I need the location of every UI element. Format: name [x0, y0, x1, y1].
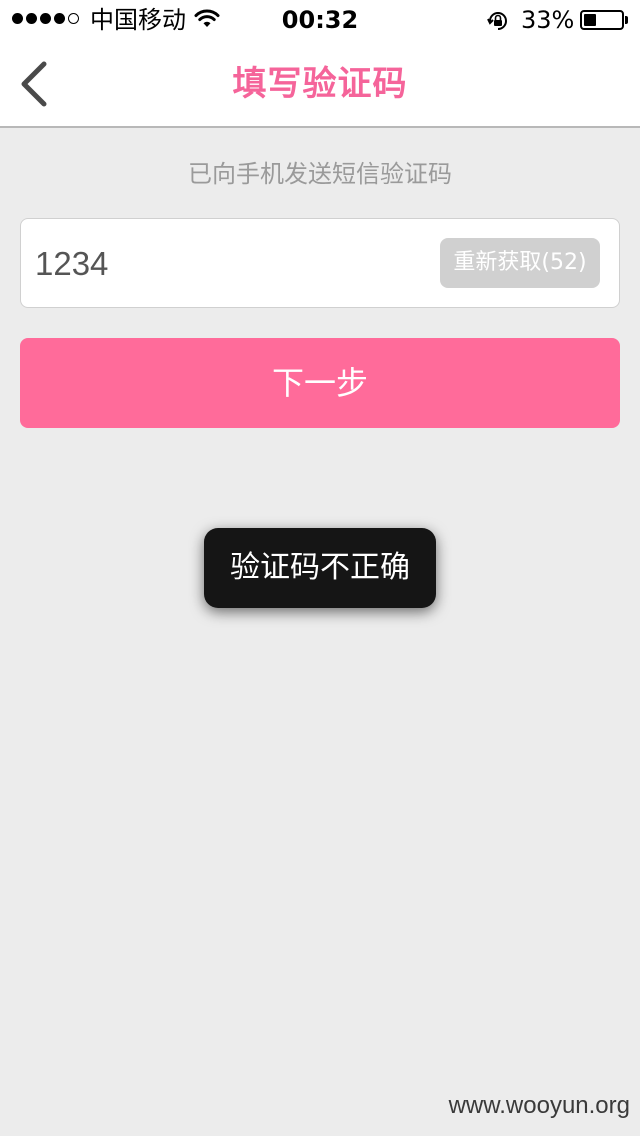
battery-percentage: 33%: [521, 6, 575, 34]
battery-tip: [625, 16, 628, 24]
next-step-button[interactable]: 下一步: [20, 338, 620, 428]
verification-code-input[interactable]: [35, 239, 425, 289]
error-toast: 验证码不正确: [204, 528, 436, 608]
verification-code-box: 重新获取(52): [20, 218, 620, 308]
rotation-lock-icon: [486, 9, 510, 37]
watermark: www.wooyun.org: [448, 1092, 630, 1119]
resend-code-button[interactable]: 重新获取(52): [440, 238, 600, 288]
battery-level: [584, 14, 596, 26]
page-title: 填写验证码: [232, 64, 408, 104]
sms-sent-hint: 已向手机发送短信验证码: [188, 160, 452, 188]
battery-icon: [580, 10, 624, 30]
status-bar: 中国移动 00:32 33%: [0, 0, 640, 40]
navigation-bar: 填写验证码: [0, 40, 640, 128]
screen: 中国移动 00:32 33% 填写验证码 已向手机发送短信验证码 1234 重新…: [0, 0, 640, 1136]
